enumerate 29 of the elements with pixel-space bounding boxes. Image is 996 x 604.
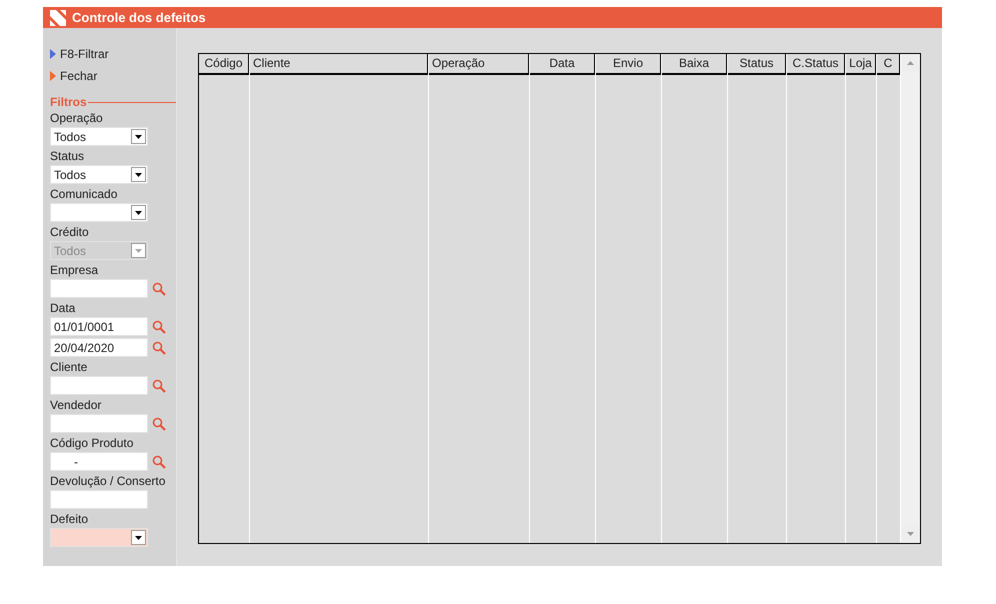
field-label: Comunicado [50,187,118,202]
column-header[interactable]: Status [728,54,786,75]
field-label: Devolução / Conserto [50,474,166,489]
field-label: Status [50,149,86,164]
column-header[interactable]: Código [199,54,249,75]
section-title: Filtros [50,95,87,109]
column-header[interactable]: C.Status [787,54,845,75]
column-header[interactable]: Cliente [250,54,428,75]
input-field[interactable]: 20/04/2020 [50,338,148,357]
column-header[interactable]: Loja [846,54,876,75]
field-label: Operação [50,111,104,126]
action-link[interactable]: F8-Filtrar [50,43,109,65]
column-header[interactable]: Envio [596,54,661,75]
action-link[interactable]: Fechar [50,65,98,87]
field-label: Empresa [50,263,100,278]
column-header[interactable]: Operação [429,54,529,75]
field-label: Data [50,301,76,316]
window-title: Controle dos defeitos [72,10,206,25]
dropdown[interactable]: Todos [50,127,148,146]
field-label: Cliente [50,360,88,375]
field-label: Código Produto [50,436,134,451]
column-header[interactable]: Baixa [662,54,727,75]
field-label: Crédito [50,225,90,240]
dropdown[interactable]: Todos [50,165,148,184]
field-label: Defeito [50,512,90,527]
field-label: Vendedor [50,398,102,413]
column-header[interactable]: Data [530,54,595,75]
input-field[interactable]: 01/01/0001 [50,317,148,336]
input-field[interactable]: - [50,452,148,471]
